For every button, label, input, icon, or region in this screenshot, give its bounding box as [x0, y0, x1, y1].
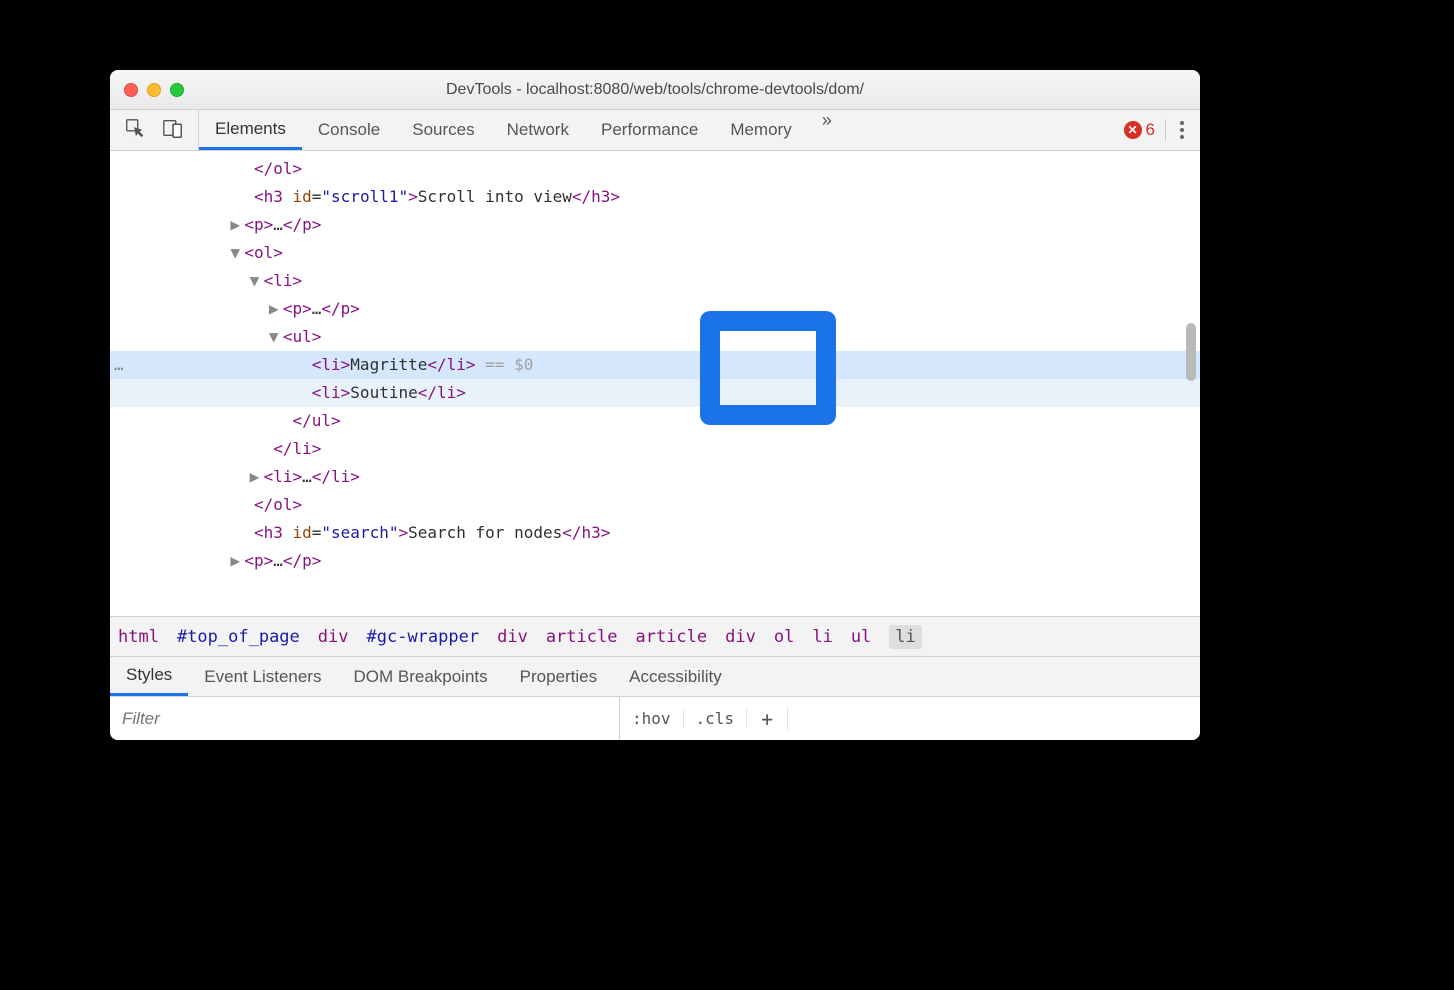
styles-filter-input[interactable]: [110, 697, 620, 740]
dom-tree-row[interactable]: ▶ <p>…</p>: [110, 547, 1200, 575]
dom-tree-row[interactable]: <li>Soutine</li>: [110, 379, 1200, 407]
tab-console[interactable]: Console: [302, 110, 396, 150]
window-title: DevTools - localhost:8080/web/tools/chro…: [110, 81, 1200, 99]
tab-elements[interactable]: Elements: [199, 110, 302, 150]
tab-dom-breakpoints[interactable]: DOM Breakpoints: [337, 657, 503, 696]
tab-performance[interactable]: Performance: [585, 110, 714, 150]
tab-sources[interactable]: Sources: [396, 110, 490, 150]
main-toolbar: Elements Console Sources Network Perform…: [110, 110, 1200, 151]
breadcrumb-item[interactable]: #top_of_page: [177, 627, 300, 647]
window-maximize-button[interactable]: [170, 83, 184, 97]
dom-tree-row[interactable]: ▶ <li>…</li>: [110, 463, 1200, 491]
breadcrumb-item[interactable]: article: [635, 627, 707, 647]
breadcrumb-item[interactable]: li: [812, 627, 832, 647]
window-traffic-lights: [124, 83, 184, 97]
breadcrumb-item[interactable]: div: [318, 627, 349, 647]
new-style-rule-button[interactable]: +: [747, 707, 788, 731]
tab-network[interactable]: Network: [491, 110, 585, 150]
window-titlebar: DevTools - localhost:8080/web/tools/chro…: [110, 70, 1200, 110]
dom-tree-row[interactable]: … <li>Magritte</li> == $0: [110, 351, 1200, 379]
breadcrumb-item[interactable]: article: [546, 627, 618, 647]
toggle-classes-button[interactable]: .cls: [684, 709, 748, 728]
tab-memory[interactable]: Memory: [714, 110, 807, 150]
inspect-element-icon[interactable]: [124, 117, 146, 144]
vertical-scrollbar[interactable]: [1186, 155, 1196, 612]
breadcrumb-item[interactable]: div: [725, 627, 756, 647]
tab-event-listeners[interactable]: Event Listeners: [188, 657, 337, 696]
dom-tree-row[interactable]: </ul>: [110, 407, 1200, 435]
styles-filter-bar: :hov .cls +: [110, 696, 1200, 740]
devtools-window: DevTools - localhost:8080/web/tools/chro…: [110, 70, 1200, 740]
settings-menu-icon[interactable]: [1176, 117, 1188, 143]
dom-tree-row[interactable]: </li>: [110, 435, 1200, 463]
breadcrumb-item[interactable]: li: [889, 625, 921, 649]
dom-tree-row[interactable]: ▶ <p>…</p>: [110, 211, 1200, 239]
dom-tree-row[interactable]: ▶ <p>…</p>: [110, 295, 1200, 323]
breadcrumb-item[interactable]: ul: [851, 627, 871, 647]
window-minimize-button[interactable]: [147, 83, 161, 97]
dom-tree-row[interactable]: ▼ <ul>: [110, 323, 1200, 351]
dom-tree[interactable]: </ol> <h3 id="scroll1">Scroll into view<…: [110, 151, 1200, 581]
dom-tree-row[interactable]: ▼ <li>: [110, 267, 1200, 295]
toggle-hover-button[interactable]: :hov: [620, 709, 684, 728]
dom-tree-row[interactable]: ▼ <ol>: [110, 239, 1200, 267]
breadcrumb-item[interactable]: html: [118, 627, 159, 647]
tab-properties[interactable]: Properties: [504, 657, 613, 696]
panel-tabs: Elements Console Sources Network Perform…: [199, 110, 846, 150]
cursor-highlight-overlay: [700, 311, 836, 425]
breadcrumb-item[interactable]: ol: [774, 627, 794, 647]
tab-accessibility[interactable]: Accessibility: [613, 657, 738, 696]
dom-tree-row[interactable]: </ol>: [110, 155, 1200, 183]
more-tabs-icon[interactable]: »: [808, 110, 846, 150]
dom-tree-row[interactable]: <h3 id="scroll1">Scroll into view</h3>: [110, 183, 1200, 211]
sidebar-tabs: Styles Event Listeners DOM Breakpoints P…: [110, 656, 1200, 696]
dom-tree-row[interactable]: <h3 id="search">Search for nodes</h3>: [110, 519, 1200, 547]
breadcrumb-item[interactable]: div: [497, 627, 528, 647]
error-count-badge[interactable]: ✕ 6: [1124, 120, 1155, 140]
error-icon: ✕: [1124, 121, 1142, 139]
breadcrumb-item[interactable]: #gc-wrapper: [367, 627, 480, 647]
dom-tree-row[interactable]: </ol>: [110, 491, 1200, 519]
error-count: 6: [1146, 120, 1155, 140]
tab-styles[interactable]: Styles: [110, 657, 188, 696]
elements-panel: </ol> <h3 id="scroll1">Scroll into view<…: [110, 151, 1200, 616]
window-close-button[interactable]: [124, 83, 138, 97]
device-toggle-icon[interactable]: [162, 117, 184, 144]
dom-breadcrumb: html #top_of_page div #gc-wrapper div article…: [110, 616, 1200, 656]
scrollbar-thumb[interactable]: [1186, 323, 1196, 381]
